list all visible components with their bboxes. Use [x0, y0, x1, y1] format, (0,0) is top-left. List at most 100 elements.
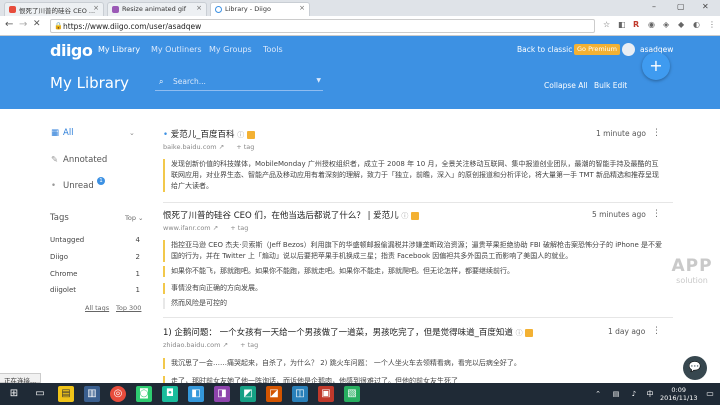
highlight: 然而风险是可控的 [163, 298, 663, 309]
app-icon[interactable]: ▧ [344, 386, 360, 402]
nav-my-outliners[interactable]: My Outliners [151, 45, 202, 54]
highlight: 事情没有向正确的方向发展。 [163, 283, 663, 294]
collapse-all-button[interactable]: Collapse All [544, 81, 588, 90]
ime-icon[interactable]: 中 [642, 386, 658, 402]
app-icon[interactable]: ▥ [84, 386, 100, 402]
highlight: 如果你不能飞，那就跑吧。如果你不能跑，那就走吧。如果你不能走，那就爬吧。但无论怎… [163, 266, 663, 277]
app-icon[interactable]: ◪ [266, 386, 282, 402]
top-300-link[interactable]: Top 300 [116, 304, 141, 312]
tab-close-icon[interactable]: × [299, 4, 305, 12]
bulk-edit-button[interactable]: Bulk Edit [594, 81, 627, 90]
more-options-icon[interactable]: ⋮ [652, 326, 661, 336]
nav-my-groups[interactable]: My Groups [209, 45, 252, 54]
app-icon[interactable]: ◙ [136, 386, 152, 402]
window-close-icon[interactable]: ✕ [702, 2, 709, 11]
annotation-icon[interactable] [246, 130, 255, 139]
app-icon[interactable]: ◘ [162, 386, 178, 402]
back-to-classic-link[interactable]: Back to classic [517, 45, 572, 54]
extension-icon[interactable]: ◉ [648, 20, 655, 29]
chat-icon[interactable]: 💬 [683, 356, 707, 380]
minimize-icon[interactable]: – [652, 2, 656, 11]
bookmark-domain: baike.baidu.com ↗ + tag [163, 143, 255, 151]
add-bookmark-button[interactable]: + [642, 52, 670, 80]
extension-icon[interactable]: ◐ [693, 20, 700, 29]
external-link-icon[interactable]: ↗ [213, 224, 218, 232]
taskbar: ⊞ ▭ ▤ ▥ ◎ ◙ ◘ ◧ ◨ ◩ ◪ ◫ ▣ ▧ ⌃ ▤ ♪ 中 0:09… [0, 383, 720, 405]
browser-tab-bar: 恨死了川普的硅谷 CEO ... × Resize animated gif ×… [0, 0, 720, 16]
chevron-down-icon[interactable]: ⌄ [129, 129, 135, 137]
back-icon[interactable]: ← [5, 19, 13, 30]
volume-icon[interactable]: ♪ [626, 386, 642, 402]
maximize-icon[interactable]: ▢ [677, 2, 685, 11]
task-view-icon[interactable]: ▭ [32, 386, 48, 402]
unread-count-badge: 1 [97, 177, 105, 185]
bookmark-time: 5 minutes ago [592, 210, 646, 219]
diigo-logo[interactable]: diigo [50, 41, 93, 60]
tag-untagged[interactable]: Untagged 4 [50, 236, 140, 244]
network-icon[interactable]: ▤ [608, 386, 624, 402]
external-link-icon[interactable]: ↗ [223, 341, 228, 349]
extension-icon[interactable]: ◆ [678, 20, 684, 29]
nav-my-library[interactable]: My Library [98, 45, 140, 54]
browser-tab-2[interactable]: Resize animated gif × [107, 2, 207, 16]
tray-icon[interactable]: ⌃ [590, 386, 606, 402]
url-input[interactable]: 🔒 https://www.diigo.com/user/asadqew [50, 19, 595, 33]
annotation-icon[interactable] [411, 211, 420, 220]
info-icon[interactable]: ⓘ [516, 329, 523, 337]
app-icon[interactable]: ◨ [214, 386, 230, 402]
bookmark-time: 1 day ago [608, 327, 646, 336]
more-options-icon[interactable]: ⋮ [652, 128, 661, 138]
app-icon[interactable]: ◫ [292, 386, 308, 402]
app-icon[interactable]: ◩ [240, 386, 256, 402]
clock[interactable]: 0:09 2016/11/13 [660, 386, 697, 402]
annotation-icon[interactable] [525, 328, 534, 337]
tags-sort-select[interactable]: Top ⌄ [125, 214, 144, 222]
sidebar-item-unread[interactable]: • Unread [51, 181, 94, 191]
tab-close-icon[interactable]: × [93, 4, 99, 12]
extension-icon[interactable]: ◧ [618, 20, 626, 29]
file-explorer-icon[interactable]: ▤ [58, 386, 74, 402]
tag-diigolet[interactable]: diigolet 1 [50, 286, 140, 294]
add-tag-button[interactable]: + tag [236, 143, 254, 151]
notifications-icon[interactable]: ▭ [702, 386, 718, 402]
star-icon[interactable]: ☆ [603, 20, 610, 29]
tab-close-icon[interactable]: × [196, 4, 202, 12]
go-premium-button[interactable]: Go Premium [574, 44, 621, 55]
add-tag-button[interactable]: + tag [230, 224, 248, 232]
add-tag-button[interactable]: + tag [240, 341, 258, 349]
forward-icon[interactable]: → [19, 19, 27, 30]
browser-tab-3[interactable]: Library - Diigo × [210, 2, 310, 16]
app-solution-watermark: APP solution [671, 256, 713, 285]
app-icon[interactable]: ◧ [188, 386, 204, 402]
status-bar: 正在连接... [0, 373, 42, 385]
bookmark-title[interactable]: 1) 企鹅问题： 一个女孩有一天给一个男孩做了一道菜，男孩吃完了，但是觉得味道_… [163, 326, 534, 338]
nav-tools[interactable]: Tools [263, 45, 283, 54]
info-icon[interactable]: ⓘ [237, 131, 244, 139]
highlight: 我沉思了一会……痛哭起来，自杀了，为什么？ 2) 跳火车问题： 一个人坐火车去领… [163, 358, 663, 369]
loading-icon [215, 6, 222, 13]
tag-diigo[interactable]: Diigo 2 [50, 253, 140, 261]
bookmark-title[interactable]: 恨死了川普的硅谷 CEO 们，在他当选后都说了什么？ | 爱范儿 ⓘ [163, 209, 420, 221]
sidebar-item-annotated[interactable]: ✎ Annotated [51, 155, 107, 165]
windows-start-icon[interactable]: ⊞ [6, 386, 22, 402]
tag-chrome[interactable]: Chrome 1 [50, 270, 140, 278]
browser-tab-1[interactable]: 恨死了川普的硅谷 CEO ... × [4, 2, 104, 16]
extension-icon[interactable]: ◈ [663, 20, 669, 29]
all-tags-link[interactable]: All tags [85, 304, 109, 312]
external-link-icon[interactable]: ↗ [219, 143, 224, 151]
search-input[interactable]: ⌕ Search... ▼ [155, 77, 323, 91]
extension-icon[interactable]: R [633, 20, 639, 29]
app-icon[interactable]: ▣ [318, 386, 334, 402]
chrome-icon[interactable]: ◎ [110, 386, 126, 402]
bookmark-title[interactable]: • 爱范儿_百度百科 ⓘ [163, 128, 255, 140]
sidebar-item-all[interactable]: ▦ All [51, 128, 74, 138]
avatar[interactable] [622, 43, 635, 56]
dropdown-icon[interactable]: ▼ [316, 77, 321, 84]
menu-icon[interactable]: ⋮ [708, 20, 716, 29]
tags-heading: Tags [50, 213, 69, 223]
info-icon[interactable]: ⓘ [401, 212, 408, 220]
stop-icon[interactable]: ✕ [33, 19, 41, 29]
more-options-icon[interactable]: ⋮ [652, 209, 661, 219]
bookmark-time: 1 minute ago [596, 129, 646, 138]
divider [163, 317, 673, 318]
